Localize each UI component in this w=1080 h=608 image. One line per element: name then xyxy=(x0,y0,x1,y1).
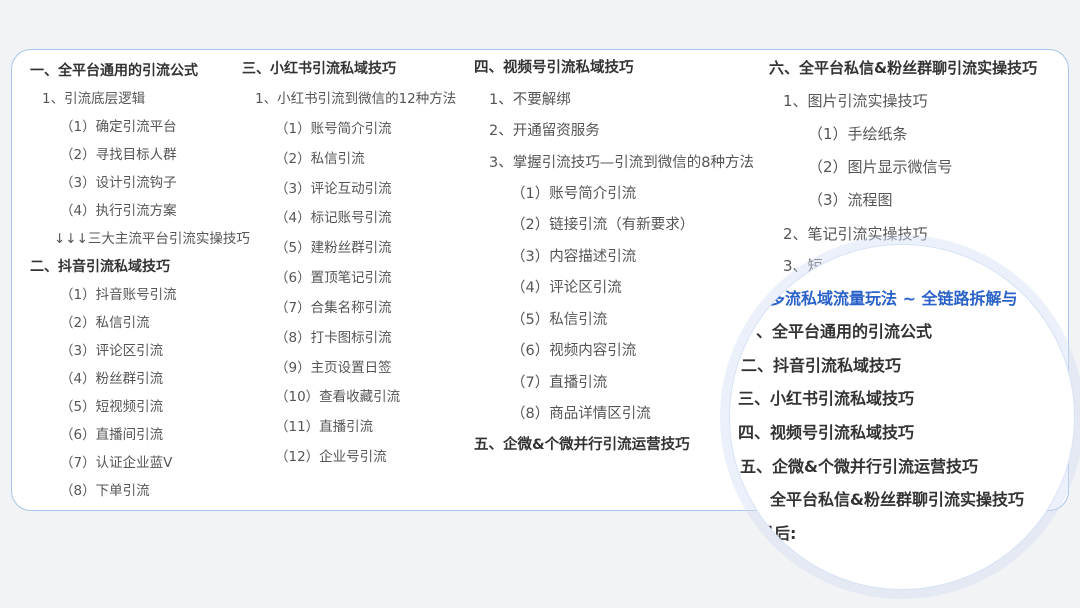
magnifier-line: 全平台私信&粉丝群聊引流实操技巧 xyxy=(770,490,1024,509)
list-item: 1、图片引流实操技巧 xyxy=(783,92,928,110)
list-item: （8）商品详情区引流 xyxy=(511,406,651,422)
list-item: （1）账号简介引流 xyxy=(511,186,637,202)
list-item: （3）评论区引流 xyxy=(60,343,164,359)
list-item: （1）手绘纸条 xyxy=(808,125,908,143)
section-heading-6: 六、全平台私信&粉丝群聊引流实操技巧 xyxy=(769,59,1038,77)
list-item: （1）确定引流平台 xyxy=(60,119,177,135)
list-item: （2）私信引流 xyxy=(275,151,365,167)
magnifier-line: 最后: xyxy=(758,524,797,543)
list-item: （4）评论区引流 xyxy=(511,280,622,296)
list-item: （4）粉丝群引流 xyxy=(60,371,164,387)
list-item: （7）直播引流 xyxy=(511,375,608,391)
list-item: 2、笔记引流实操技巧 xyxy=(783,225,928,243)
list-item: 1、不要解绑 xyxy=(489,92,571,108)
list-item: 3、掌握引流技巧—引流到微信的8种方法 xyxy=(489,155,754,171)
list-item: （10）查看收藏引流 xyxy=(275,389,401,405)
list-item: （6）置顶笔记引流 xyxy=(275,270,392,286)
magnifier-line: 二、抖音引流私域技巧 xyxy=(741,356,902,375)
list-item: （5）私信引流 xyxy=(511,312,608,328)
list-item: （3）内容描述引流 xyxy=(511,249,637,265)
list-item: （3）评论互动引流 xyxy=(275,181,392,197)
list-item: （1）抖音账号引流 xyxy=(60,287,177,303)
list-item: 1、小红书引流到微信的12种方法 xyxy=(255,91,457,107)
list-item: （6）视频内容引流 xyxy=(511,343,637,359)
list-item: （5）短视频引流 xyxy=(60,399,164,415)
arrow-note: ↓↓↓三大主流平台引流实操技巧 xyxy=(54,231,250,247)
list-item: （7）认证企业蓝V xyxy=(60,455,173,471)
list-item: （1）账号简介引流 xyxy=(275,121,392,137)
list-item: （11）直播引流 xyxy=(275,419,374,435)
section-heading-5: 五、企微&个微并行引流运营技巧 xyxy=(474,437,690,453)
section-heading-2: 二、抖音引流私域技巧 xyxy=(30,259,170,275)
magnifier-title: 多流私域流量玩法 ~ 全链路拆解与 xyxy=(769,289,1018,308)
list-item: （4）执行引流方案 xyxy=(60,203,177,219)
list-item: （3）设计引流钩子 xyxy=(60,175,177,191)
list-item: （7）合集名称引流 xyxy=(275,300,392,316)
list-item: （2）寻找目标人群 xyxy=(60,147,177,163)
section-heading-3: 三、小红书引流私域技巧 xyxy=(242,61,396,77)
magnifier-line: 三、小红书引流私域技巧 xyxy=(738,389,915,408)
magnifier-lens: 多流私域流量玩法 ~ 全链路拆解与 、全平台通用的引流公式 二、抖音引流私域技巧… xyxy=(729,244,1075,590)
list-item: （2）图片显示微信号 xyxy=(808,158,953,176)
magnifier-line: 、全平台通用的引流公式 xyxy=(756,322,933,341)
section-heading-1: 一、全平台通用的引流公式 xyxy=(30,63,198,79)
list-item: （8）打卡图标引流 xyxy=(275,330,392,346)
list-item: 2、开通留资服务 xyxy=(489,123,600,139)
magnifier-line: 五、企微&个微并行引流运营技巧 xyxy=(740,457,978,476)
list-item: （2）链接引流（有新要求） xyxy=(511,217,695,233)
list-item: （9）主页设置日签 xyxy=(275,360,392,376)
list-item: （2）私信引流 xyxy=(60,315,150,331)
magnifier-line: 四、视频号引流私域技巧 xyxy=(738,423,915,442)
list-item: （3）流程图 xyxy=(808,191,893,209)
section-heading-4: 四、视频号引流私域技巧 xyxy=(474,60,634,76)
list-item: 1、引流底层逻辑 xyxy=(42,91,146,107)
list-item: （5）建粉丝群引流 xyxy=(275,240,392,256)
list-item: （6）直播间引流 xyxy=(60,427,164,443)
list-item: （12）企业号引流 xyxy=(275,449,387,465)
list-item: （8）下单引流 xyxy=(60,483,150,499)
list-item: （4）标记账号引流 xyxy=(275,210,392,226)
